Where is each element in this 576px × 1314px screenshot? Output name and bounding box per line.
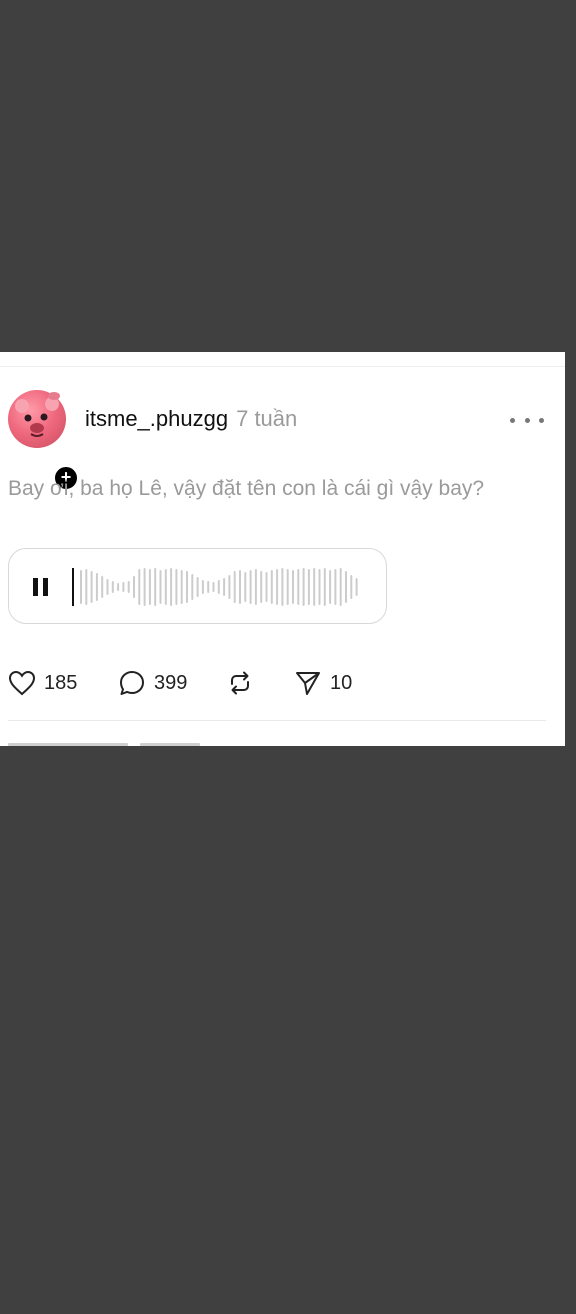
waveform-bar xyxy=(254,569,257,605)
waveform-bar xyxy=(170,568,173,606)
waveform-bar xyxy=(345,571,347,603)
audio-playhead xyxy=(72,568,74,606)
comment-count: 399 xyxy=(154,671,188,694)
divider xyxy=(0,366,565,367)
waveform-bar xyxy=(244,572,247,602)
waveform-bar xyxy=(307,569,310,605)
waveform-bar xyxy=(297,569,300,605)
waveform-bar xyxy=(180,570,183,604)
waveform-bar xyxy=(281,568,284,606)
waveform-bar xyxy=(260,571,263,603)
waveform-bar xyxy=(233,571,236,603)
waveform-bar xyxy=(313,568,316,606)
next-post-peek xyxy=(140,743,200,746)
share-count: 10 xyxy=(330,671,353,694)
waveform-bar xyxy=(148,569,151,605)
waveform-bar xyxy=(323,568,326,606)
waveform-bar xyxy=(212,582,215,592)
like-count: 185 xyxy=(44,671,78,694)
post-card: + itsme_.phuzgg 7 tuần Bay ơi, ba họ Lê, … xyxy=(0,352,565,746)
waveform-bar xyxy=(355,578,358,596)
waveform-bar xyxy=(175,569,178,605)
waveform-bar xyxy=(90,571,93,603)
waveform-bar xyxy=(329,570,332,604)
waveform-bar xyxy=(111,581,114,593)
waveform-bar xyxy=(196,577,199,597)
waveform-bar xyxy=(318,569,321,605)
waveform-bar xyxy=(106,579,109,595)
waveform-bar xyxy=(265,572,268,602)
repost-button[interactable] xyxy=(226,668,254,698)
waveform-bar xyxy=(217,580,220,594)
waveform-bar xyxy=(302,568,305,606)
divider xyxy=(8,720,546,721)
screen: { "post": { "username": "itsme_.phuzgg",… xyxy=(0,0,576,1314)
username[interactable]: itsme_.phuzgg xyxy=(85,406,228,431)
waveform-bar xyxy=(95,573,98,601)
waveform-bar xyxy=(186,571,188,603)
post-text: Bay ơi, ba họ Lê, vậy đặt tên con là cái… xyxy=(8,477,485,500)
waveform-bar xyxy=(127,581,130,593)
waveform-bar xyxy=(223,578,226,596)
waveform-bar xyxy=(228,575,231,599)
waveform-bar xyxy=(85,569,88,605)
post-header: itsme_.phuzgg 7 tuần xyxy=(85,406,297,432)
waveform-bar xyxy=(350,575,353,599)
waveform-bar xyxy=(239,570,241,604)
waveform-bar xyxy=(101,576,104,598)
waveform-bar xyxy=(286,569,289,605)
waveform-bar xyxy=(122,582,125,592)
waveform-bar xyxy=(80,570,82,604)
send-icon xyxy=(296,672,320,695)
waveform-bar xyxy=(159,570,162,604)
waveform-bar xyxy=(207,581,210,593)
waveform-bar xyxy=(270,570,273,604)
post-time: 7 tuần xyxy=(236,406,298,431)
avatar[interactable]: + xyxy=(8,390,79,491)
waveform-bar xyxy=(154,568,157,606)
waveform-bar xyxy=(292,570,294,604)
comment-icon xyxy=(120,671,144,695)
like-button[interactable]: 185 xyxy=(8,668,77,698)
waveform-bar xyxy=(339,568,342,606)
next-post-peek xyxy=(8,743,128,746)
audio-player[interactable] xyxy=(8,548,387,624)
audio-waveform[interactable] xyxy=(72,561,372,613)
waveform-bar xyxy=(117,583,120,591)
heart-icon xyxy=(8,670,36,696)
waveform-bar xyxy=(164,569,167,605)
waveform-bar xyxy=(143,568,146,606)
waveform-bar xyxy=(133,576,135,598)
waveform-bar xyxy=(249,570,252,604)
waveform-bar xyxy=(191,574,194,600)
waveform-bar xyxy=(334,569,337,605)
repost-icon xyxy=(231,671,249,695)
pause-icon[interactable] xyxy=(33,578,49,596)
waveform-bar xyxy=(201,580,204,594)
comment-button[interactable]: 399 xyxy=(118,668,187,698)
share-button[interactable]: 10 xyxy=(294,668,352,698)
waveform-bar xyxy=(276,569,279,605)
avatar-image xyxy=(15,392,60,437)
more-icon[interactable] xyxy=(510,406,544,434)
waveform-bar xyxy=(138,569,141,605)
